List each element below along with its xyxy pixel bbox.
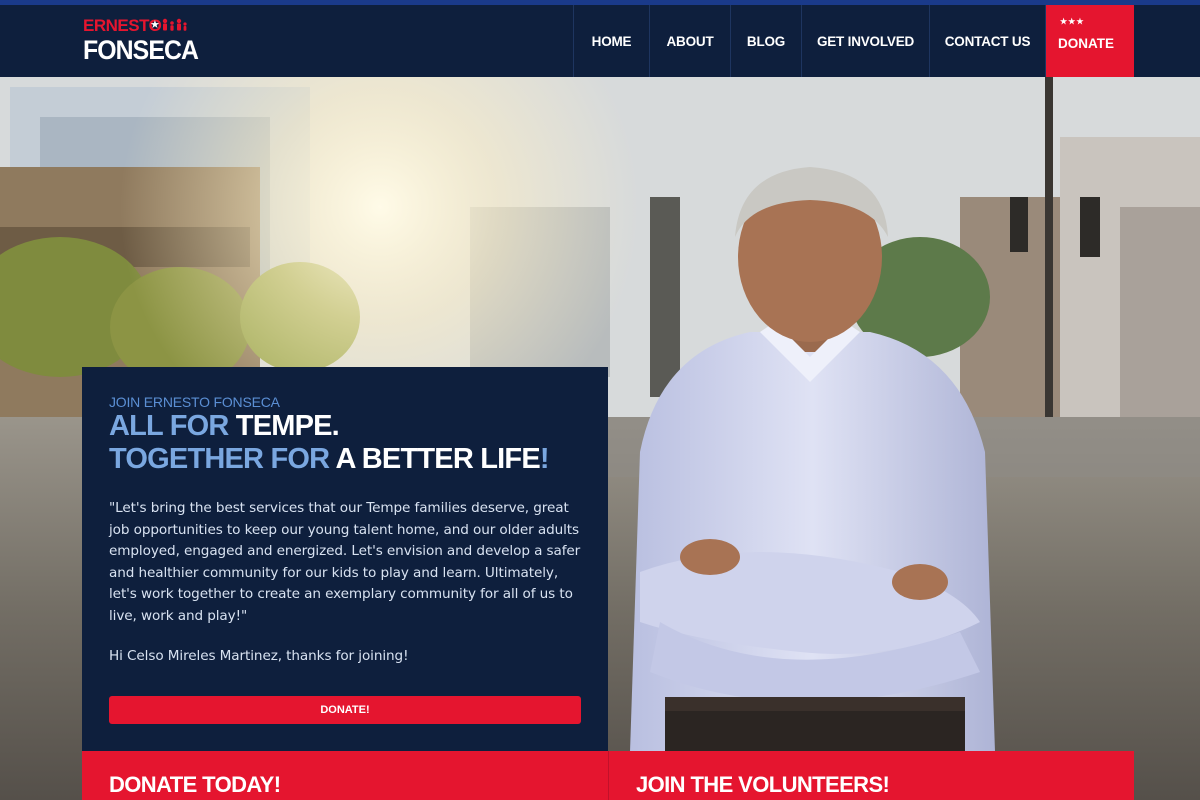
- headline-line-2: TOGETHER FOR A BETTER LIFE!: [109, 443, 550, 475]
- headline-part: A BETTER LIFE: [335, 443, 540, 475]
- site-header: ERNESTO ★ FONSECA HOME ABOUT BLOG GET IN…: [0, 5, 1200, 77]
- headline-part: TEMPE.: [235, 410, 340, 442]
- nav-donate-label: DONATE: [1058, 36, 1114, 51]
- headline-part: ALL FOR: [109, 410, 236, 442]
- family-people-icon: [162, 18, 187, 31]
- nav-get-involved[interactable]: GET INVOLVED: [801, 5, 929, 77]
- logo-star-icon: ★: [150, 19, 160, 31]
- join-volunteers-title: JOIN THE VOLUNTEERS!: [636, 772, 890, 797]
- headline-part: !: [539, 443, 550, 475]
- nav-about[interactable]: ABOUT: [649, 5, 730, 77]
- join-panel: JOIN ERNESTO FONSECA ALL FOR TEMPE. TOGE…: [82, 367, 608, 751]
- campaign-quote: "Let's bring the best services that our …: [109, 500, 581, 624]
- donate-today-title: DONATE TODAY!: [109, 772, 281, 797]
- logo-last-name: FONSECA: [83, 35, 199, 65]
- join-volunteers-band[interactable]: JOIN THE VOLUNTEERS!: [608, 751, 1134, 800]
- headline-line-1: ALL FOR TEMPE.: [109, 410, 340, 442]
- donate-stars-icon: ★★★: [1060, 17, 1085, 26]
- nav-contact-us[interactable]: CONTACT US: [929, 5, 1046, 77]
- panel-kicker: JOIN ERNESTO FONSECA: [109, 394, 280, 410]
- thanks-message: Hi Celso Mireles Martinez, thanks for jo…: [109, 648, 409, 664]
- hero-section: JOIN ERNESTO FONSECA ALL FOR TEMPE. TOGE…: [0, 77, 1200, 800]
- nav-home[interactable]: HOME: [573, 5, 649, 77]
- nav-blog[interactable]: BLOG: [730, 5, 801, 77]
- headline-part: TOGETHER FOR: [109, 443, 336, 475]
- donate-button[interactable]: DONATE!: [109, 696, 581, 724]
- donate-today-band[interactable]: DONATE TODAY!: [82, 751, 608, 800]
- main-nav: HOME ABOUT BLOG GET INVOLVED CONTACT US: [573, 5, 1046, 77]
- site-logo[interactable]: ERNESTO ★ FONSECA: [83, 17, 199, 67]
- candidate-photo: [630, 167, 995, 752]
- nav-donate-button[interactable]: ★★★ DONATE: [1046, 5, 1134, 77]
